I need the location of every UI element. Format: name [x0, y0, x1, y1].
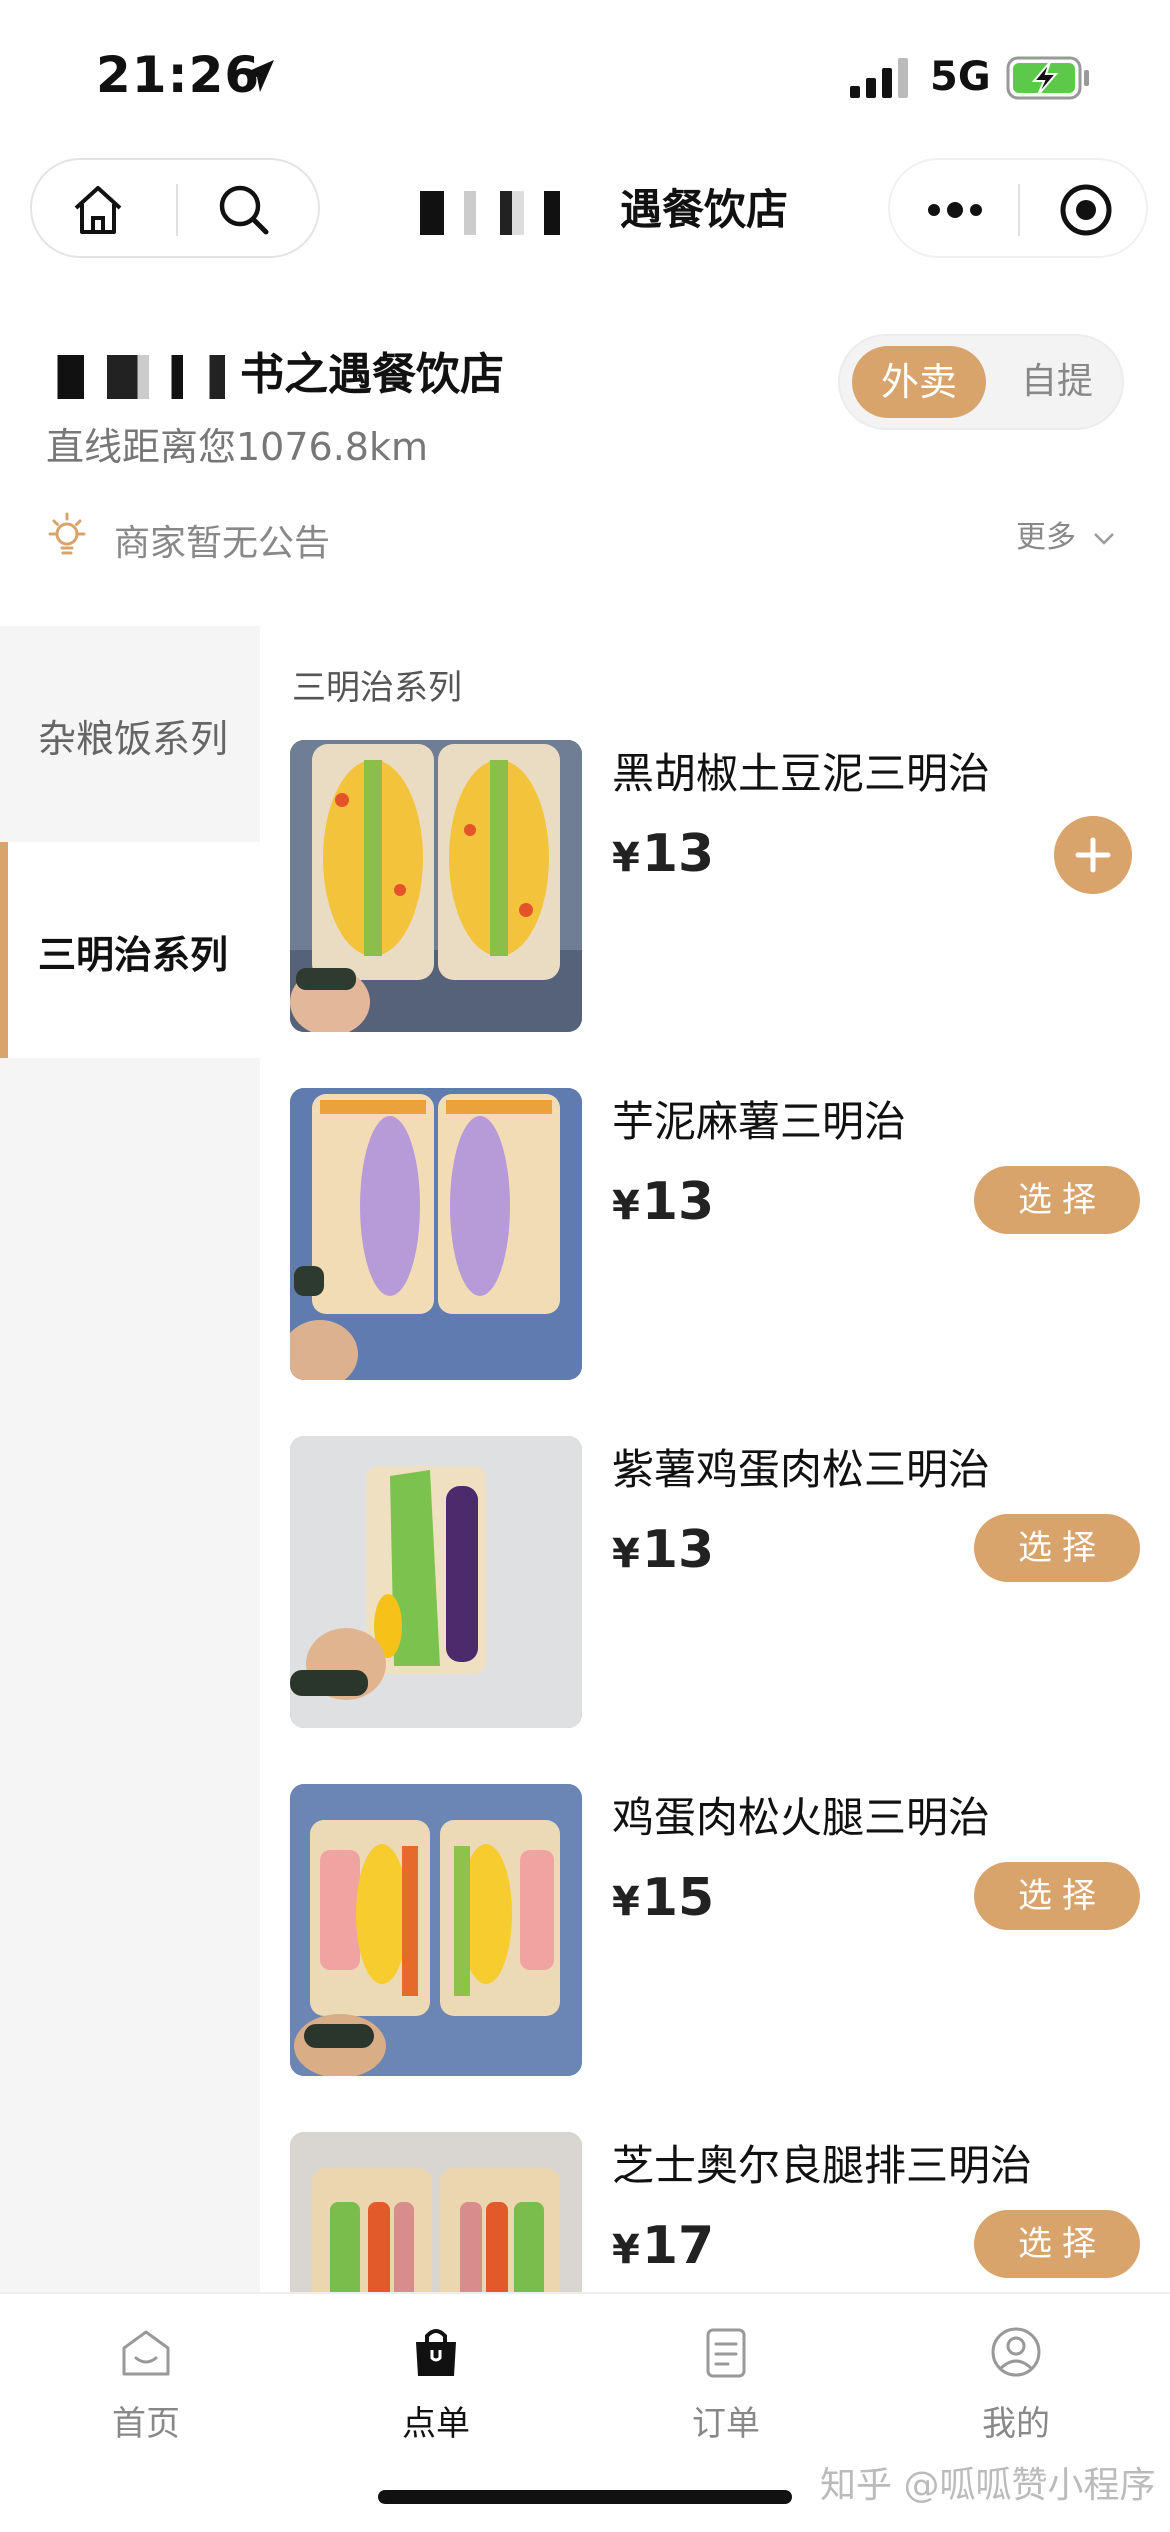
product-item[interactable]: 鸡蛋肉松火腿三明治 ¥15 选择 — [290, 1784, 1150, 2084]
user-circle-icon — [991, 2327, 1041, 2377]
capsule-divider — [1018, 184, 1020, 236]
redacted-text — [420, 190, 620, 235]
product-name: 鸡蛋肉松火腿三明治 — [612, 1793, 991, 1842]
mode-delivery-button[interactable]: 外卖 — [852, 346, 986, 418]
chevron-down-icon — [1093, 532, 1114, 545]
tab-order-food[interactable]: 点单 — [336, 2324, 536, 2464]
tab-home[interactable]: 首页 — [46, 2324, 246, 2464]
price-value: 13 — [641, 1520, 715, 1580]
notice-more-link[interactable]: 更多 — [1016, 512, 1116, 556]
product-item[interactable]: 芋泥麻薯三明治 ¥13 选择 — [290, 1088, 1150, 1388]
product-image-purple-potato-sandwich[interactable] — [290, 1436, 582, 1728]
price-value: 17 — [641, 2216, 715, 2276]
product-image-ham-sandwich[interactable] — [290, 1784, 582, 2076]
tab-label: 订单 — [692, 2404, 760, 2444]
currency-symbol: ¥ — [612, 1879, 640, 1925]
product-image-cheese-chicken-sandwich[interactable] — [290, 2132, 582, 2292]
mode-pickup-button[interactable]: 自提 — [1000, 346, 1114, 418]
page-title: 遇餐饮店 — [420, 176, 840, 236]
store-name-text: 书之遇餐饮店 — [240, 349, 504, 400]
category-sidebar: 杂粮饭系列 三明治系列 — [0, 626, 260, 2292]
section-title: 三明治系列 — [292, 668, 462, 708]
cellular-signal-icon — [850, 58, 908, 98]
more-dots-icon[interactable] — [920, 182, 990, 238]
delivery-mode-toggle: 外卖 自提 — [838, 334, 1124, 430]
page-title-text: 遇餐饮店 — [620, 185, 789, 234]
notice-text: 商家暂无公告 — [114, 523, 331, 564]
price-value: 13 — [641, 824, 715, 884]
zhihu-watermark: 知乎 @呱呱赞小程序 — [820, 2465, 1156, 2506]
product-name: 紫薯鸡蛋肉松三明治 — [612, 1445, 991, 1494]
tab-label: 首页 — [112, 2404, 180, 2444]
select-spec-button[interactable]: 选择 — [974, 1862, 1140, 1930]
price-value: 15 — [641, 1868, 715, 1928]
nav-right-capsule — [888, 158, 1148, 258]
product-price: ¥13 — [612, 1520, 714, 1580]
currency-symbol: ¥ — [612, 1531, 640, 1577]
category-item-sandwich[interactable]: 三明治系列 — [0, 842, 260, 1058]
battery-charging-icon — [1006, 56, 1089, 100]
home-smile-icon — [122, 2330, 170, 2376]
redacted-text — [50, 355, 240, 399]
product-image-potato-sandwich[interactable] — [290, 740, 582, 1032]
shopping-bag-icon — [416, 2329, 456, 2376]
product-price: ¥13 — [612, 824, 714, 884]
tab-profile[interactable]: 我的 — [916, 2324, 1116, 2464]
select-spec-button[interactable]: 选择 — [974, 1166, 1140, 1234]
category-label: 杂粮饭系列 — [38, 717, 229, 761]
product-name: 芝士奥尔良腿排三明治 — [612, 2141, 1033, 2190]
store-distance: 直线距离您1076.8km — [46, 425, 428, 469]
category-item-grain-rice[interactable]: 杂粮饭系列 — [0, 626, 260, 842]
product-image-taro-sandwich[interactable] — [290, 1088, 582, 1380]
product-name: 黑胡椒土豆泥三明治 — [612, 749, 991, 798]
status-time: 21:26 — [96, 46, 261, 104]
price-value: 13 — [641, 1172, 715, 1232]
location-arrow-icon — [242, 60, 274, 92]
notice-more-label: 更多 — [1016, 520, 1076, 555]
network-type: 5G — [930, 54, 991, 100]
product-price: ¥17 — [612, 2216, 714, 2276]
category-label: 三明治系列 — [38, 933, 229, 977]
select-spec-button[interactable]: 选择 — [974, 1514, 1140, 1582]
product-item[interactable]: 紫薯鸡蛋肉松三明治 ¥13 选择 — [290, 1436, 1150, 1736]
home-icon[interactable] — [66, 178, 130, 242]
select-spec-button[interactable]: 选择 — [974, 2210, 1140, 2278]
store-name: 书之遇餐饮店 — [50, 338, 504, 402]
close-miniprogram-icon[interactable] — [1056, 180, 1116, 240]
nav-left-capsule — [30, 158, 320, 258]
home-indicator[interactable] — [378, 2490, 792, 2504]
product-price: ¥15 — [612, 1868, 714, 1928]
tab-orders[interactable]: 订单 — [626, 2324, 826, 2464]
product-name: 芋泥麻薯三明治 — [612, 1097, 907, 1146]
status-bar: 21:26 5G — [0, 0, 1170, 140]
product-price: ¥13 — [612, 1172, 714, 1232]
active-category-indicator — [0, 842, 8, 1058]
tab-label: 我的 — [982, 2404, 1050, 2444]
currency-symbol: ¥ — [612, 2227, 640, 2273]
lightbulb-icon — [48, 512, 86, 555]
currency-symbol: ¥ — [612, 835, 640, 881]
currency-symbol: ¥ — [612, 1183, 640, 1229]
add-to-cart-button[interactable] — [1054, 816, 1132, 894]
search-icon[interactable] — [212, 178, 276, 242]
product-item[interactable]: 黑胡椒土豆泥三明治 ¥13 — [290, 740, 1150, 1040]
tab-label: 点单 — [402, 2404, 470, 2444]
product-item[interactable]: 芝士奥尔良腿排三明治 ¥17 选择 — [290, 2132, 1150, 2292]
order-doc-icon — [706, 2328, 746, 2378]
capsule-divider — [176, 184, 178, 236]
